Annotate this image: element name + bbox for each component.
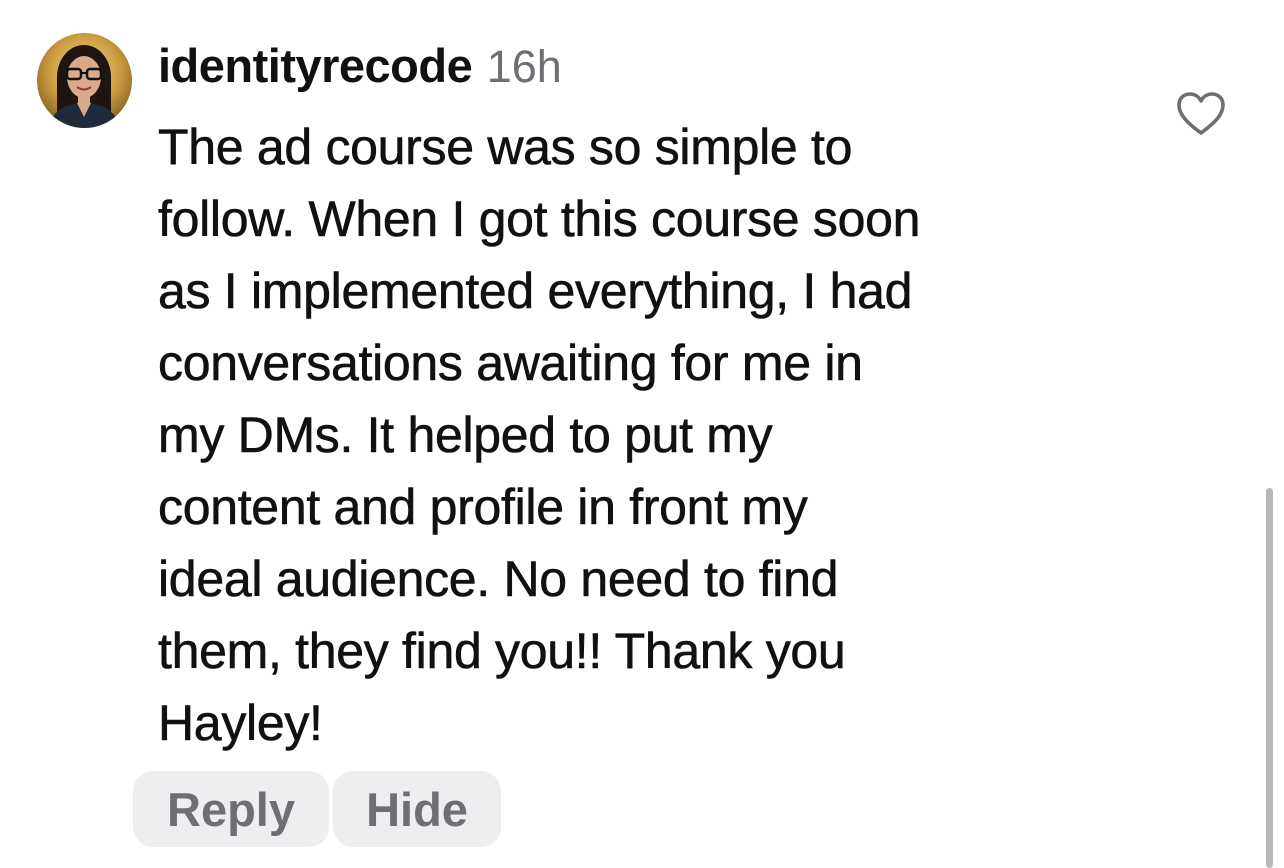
scrollbar[interactable] — [1266, 488, 1273, 868]
heart-outline-icon — [1177, 92, 1225, 135]
timestamp: 16h — [486, 41, 562, 92]
reply-button[interactable]: Reply — [133, 771, 329, 847]
comment-line: content and profile in front my — [158, 479, 808, 536]
comment-line: as I implemented everything, I had — [158, 263, 913, 320]
comment-line: conversations awaiting for me in — [158, 335, 864, 392]
user-avatar-icon — [37, 33, 132, 128]
username[interactable]: identityrecode — [158, 39, 473, 92]
hide-button[interactable]: Hide — [333, 771, 501, 847]
comment-line: follow. When I got this course soon — [158, 191, 921, 248]
comment-body: The ad course was so simple to follow. W… — [158, 111, 1158, 759]
comment-line: The ad course was so simple to — [158, 119, 853, 176]
like-button[interactable] — [1176, 91, 1226, 137]
comment-line: my DMs. It helped to put my — [158, 407, 773, 464]
avatar[interactable] — [37, 33, 132, 128]
comment-header: identityrecode 16h — [158, 38, 562, 93]
comment-line: them, they find you!! Thank you — [158, 623, 846, 680]
comment-line: ideal audience. No need to find — [158, 551, 839, 608]
comment-line: Hayley! — [158, 695, 324, 752]
comment-actions: Reply Hide — [133, 771, 501, 847]
